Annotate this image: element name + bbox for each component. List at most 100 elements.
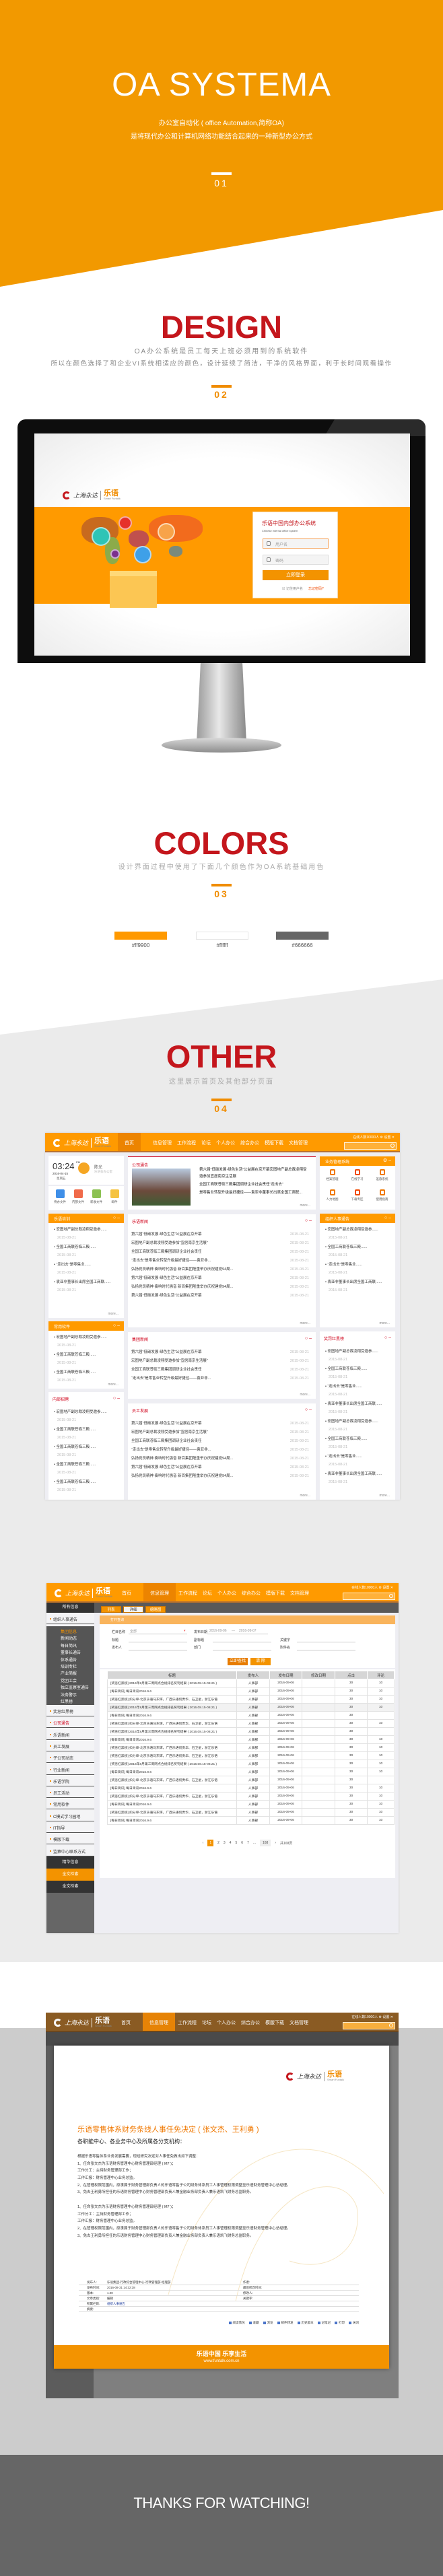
search-icon[interactable] xyxy=(390,1144,395,1148)
table-cell[interactable]: [每日简讯] 每日简讯2016.9.6 xyxy=(107,1800,237,1809)
table-cell[interactable]: [每日简讯] 每日简讯2016.9.6 xyxy=(107,1687,237,1696)
prev-page-button[interactable]: ‹ xyxy=(203,1841,204,1845)
table-cell[interactable]: [奖惩红黑榜] 扣分单-北京乐语马东辉，广西乐语何贵华、石卫星，浙江乐语 xyxy=(107,1743,237,1752)
date-to-input[interactable]: 2016-09-07 xyxy=(239,1629,257,1633)
table-row[interactable]: [奖惩红黑榜] 2016年8月第三周网点合规排名奖罚结果 ( 2016.08.1… xyxy=(107,1703,395,1712)
table-row[interactable]: [奖惩红黑榜] 扣分单-北京乐语马东辉，广西乐语何贵华、石卫星，浙江乐语 人事部 2… xyxy=(107,1719,395,1728)
list-item[interactable]: “走出去”是零售业转型升级最好捷径——袁亚非... 2015-08-21 xyxy=(131,1446,309,1455)
list-item[interactable]: • “走出去”是零售业...... xyxy=(54,1261,120,1269)
column-header[interactable]: 发布人 xyxy=(236,1671,270,1679)
sidebar-group[interactable]: 乐语新闻 xyxy=(46,1729,94,1740)
tab-1[interactable]: 详细 xyxy=(123,1606,143,1613)
table-row[interactable]: [奖惩红黑榜] 扣分单-北京乐语马东辉，广西乐语何贵华、石卫星，浙江乐语 人事部 2… xyxy=(107,1751,395,1760)
nav-item[interactable]: 个人办公 xyxy=(215,1583,239,1601)
list-item[interactable]: 第六届“低碳发展·绿色生活”公益展在京开幕 2015-08-21 xyxy=(131,1274,309,1283)
quick-action[interactable]: 邮件 xyxy=(106,1189,123,1204)
nav-item[interactable]: 个人办公 xyxy=(213,1133,238,1151)
notice-item[interactable]: 全国工商联苍临三殿集团调研企业社会责任“走出去” xyxy=(199,1181,307,1188)
sidebar-subitem[interactable]: 每日简讯 xyxy=(61,1642,94,1649)
list-item[interactable]: 弘扬党员精神 奏响时代强音 新百集团隆重举办庆祝建党94周... 2015-08-… xyxy=(131,1472,309,1481)
list-item[interactable]: 宏图地产副总裁凌翔受邀参加“宜居南京生活展” 2015-08-21 xyxy=(131,1239,309,1248)
table-cell[interactable]: [每日简讯] 每日简讯2016.9.6 xyxy=(107,1784,237,1792)
next-page-button[interactable]: › xyxy=(275,1841,276,1845)
table-cell[interactable]: [每日简讯] 每日简讯2016.9.6 xyxy=(107,1711,237,1720)
business-app[interactable]: 下载专区 xyxy=(345,1187,370,1208)
table-row[interactable]: [每日简讯] 每日简讯2016.9.6 人事部 2016-09-06 30 10 xyxy=(107,1784,395,1792)
document-action[interactable]: 打印 xyxy=(335,2321,345,2325)
list-item[interactable]: • 袁亚非董事长出席全国工商联...... xyxy=(325,1278,391,1287)
sidebar-group[interactable]: IT指导 xyxy=(46,1821,94,1833)
panel-controls[interactable]: ○ – xyxy=(113,1216,120,1220)
panel-controls[interactable]: ○ – xyxy=(113,1323,120,1328)
more-link[interactable]: more... xyxy=(108,1312,118,1316)
table-cell[interactable]: [每日简讯] 每日简讯2016.9.6 xyxy=(107,1816,237,1825)
sidebar-subitem[interactable]: 红黑榜 xyxy=(61,1698,94,1705)
page-button[interactable]: 3 xyxy=(224,1841,226,1845)
search-icon[interactable] xyxy=(389,1594,393,1598)
nav-item[interactable]: 论坛 xyxy=(200,1583,215,1601)
list-item[interactable]: • 全国工商联苍临三殿...... xyxy=(54,1461,120,1469)
column-header[interactable]: 发布日期 xyxy=(269,1671,302,1679)
list-item[interactable]: • 全国工商联苍临三殿...... xyxy=(325,1365,391,1374)
sidebar-group[interactable]: 监察中心联系方式 xyxy=(46,1845,94,1856)
sidebar-subitem[interactable]: 培训专栏 xyxy=(61,1663,94,1670)
list-item[interactable]: 宏图地产副总裁凌翔受邀参加“宜居南京生活展” 2015-08-21 xyxy=(131,1428,309,1437)
page-button[interactable]: 1 xyxy=(207,1840,214,1846)
column-select[interactable]: 全部 xyxy=(130,1629,137,1634)
sidebar-group[interactable]: 员工发展 xyxy=(46,1740,94,1751)
more-link[interactable]: more... xyxy=(379,1321,390,1325)
table-row[interactable]: [每日简讯] 每日简讯2016.9.6 人事部 2016-09-06 30 10 xyxy=(107,1768,395,1776)
list-item[interactable]: • “走出去”是零售业...... xyxy=(325,1383,391,1391)
table-row[interactable]: [每日简讯] 每日简讯2016.9.6 人事部 2016-09-06 30 10 xyxy=(107,1816,395,1825)
more-link[interactable]: more... xyxy=(379,1494,390,1498)
close-icon[interactable]: ✕ xyxy=(390,2015,393,2019)
document-action[interactable]: 收藏 xyxy=(249,2321,259,2325)
login-button[interactable]: 立即登录 xyxy=(263,570,329,580)
table-row[interactable]: [奖惩红黑榜] 扣分单-北京乐语马东辉，广西乐语何贵华、石卫星，浙江乐语 人事部 2… xyxy=(107,1792,395,1801)
tab-2[interactable]: 缩略图 xyxy=(145,1606,166,1613)
table-cell[interactable]: [每日简讯] 每日简讯2016.9.6 xyxy=(107,1735,237,1744)
sidebar-subitem[interactable]: 产业简报 xyxy=(61,1670,94,1677)
close-icon[interactable]: ✕ xyxy=(392,1136,395,1140)
query-header[interactable]: 打开查询 xyxy=(100,1615,395,1624)
list-item[interactable]: 弘扬党员精神 奏响时代强音 新百集团隆重举办庆祝建党94周... 2015-08-… xyxy=(131,1283,309,1292)
sidebar-subitem[interactable]: 党团工会 xyxy=(61,1677,94,1684)
sidebar-bottom-item[interactable]: 全文检索 xyxy=(46,1881,94,1893)
panel-controls[interactable]: ○ – xyxy=(305,1407,312,1412)
list-item[interactable]: • 全国工商联苍临三殿...... xyxy=(325,1435,391,1444)
table-row[interactable]: [奖惩红黑榜] 2016年8月第三周网点合规排名奖罚结果 ( 2016.08.1… xyxy=(107,1727,395,1736)
nav-item[interactable]: 个人办公 xyxy=(214,2013,238,2031)
table-row[interactable]: [奖惩红黑榜] 2016年8月第三周网点合规排名奖罚结果 ( 2016.08.1… xyxy=(107,1679,395,1687)
list-item[interactable]: • 宏图地产副总裁凌翔受邀参...... xyxy=(325,1418,391,1426)
panel-controls[interactable]: ○ – xyxy=(305,1336,312,1341)
table-cell[interactable]: [奖惩红黑榜] 扣分单-北京乐语马东辉，广西乐语何贵华、石卫星，浙江乐语 xyxy=(107,1695,237,1704)
table-row[interactable]: [每日简讯] 每日简讯2016.9.6 人事部 2016-09-06 30 10 xyxy=(107,1735,395,1744)
list-item[interactable]: • 全国工商联苍临三殿...... xyxy=(54,1426,120,1434)
panel-controls[interactable]: ⚙ – xyxy=(383,1158,391,1163)
list-item[interactable]: 第六届“低碳发展·绿色生活”公益展在京开幕 2015-08-21 xyxy=(131,1348,309,1357)
table-row[interactable]: [奖惩红黑榜] 扣分单-北京乐语马东辉，广西乐语何贵华、石卫星，浙江乐语 人事部 2… xyxy=(107,1743,395,1752)
sidebar-subitem[interactable]: 集团信息 xyxy=(61,1628,94,1635)
list-item[interactable]: 弘扬党员精神 奏响时代强音 新百集团隆重举办庆祝建党94周... 2015-08-… xyxy=(131,1455,309,1463)
list-item[interactable]: 全国工商联苍临三殿集团调研企业社会责任 2015-08-21 xyxy=(131,1366,309,1374)
sidebar-subitem[interactable]: 法务警示 xyxy=(61,1692,94,1698)
nav-item[interactable]: 模版下载 xyxy=(262,1133,286,1151)
table-row[interactable]: [每日简讯] 每日简讯2016.9.6 人事部 2016-09-06 30 10 xyxy=(107,1800,395,1809)
nav-item[interactable]: 论坛 xyxy=(199,2013,214,2031)
sidebar-group[interactable]: 奖惩红黑榜 xyxy=(46,1705,94,1716)
more-link[interactable]: more... xyxy=(108,1383,118,1387)
remember-checkbox[interactable]: ☑ 记住用户名 xyxy=(282,586,303,591)
forgot-password-link[interactable]: 忘记密码? xyxy=(308,586,324,591)
business-app[interactable]: 在线学习 xyxy=(345,1167,370,1187)
business-app[interactable]: 档案管理 xyxy=(320,1167,345,1187)
nav-item[interactable]: 信息管理 xyxy=(150,1133,174,1151)
list-item[interactable]: • 袁亚非董事长出席全国工商联...... xyxy=(54,1278,120,1287)
table-row[interactable]: [每日简讯] 每日简讯2016.9.6 人事部 2016-09-06 30 10 xyxy=(107,1687,395,1696)
page-button[interactable]: 5 xyxy=(235,1841,237,1845)
password-input[interactable]: 密码 xyxy=(263,555,329,565)
list-item[interactable]: • 宏图地产副总裁凌翔受邀参...... xyxy=(54,1226,120,1234)
sidebar-group[interactable]: 乐语学院 xyxy=(46,1775,94,1786)
list-item[interactable]: • 全国工商联苍临三殿...... xyxy=(54,1351,120,1360)
page-button[interactable]: 7 xyxy=(247,1841,249,1845)
nav-item[interactable]: 论坛 xyxy=(199,1133,213,1151)
